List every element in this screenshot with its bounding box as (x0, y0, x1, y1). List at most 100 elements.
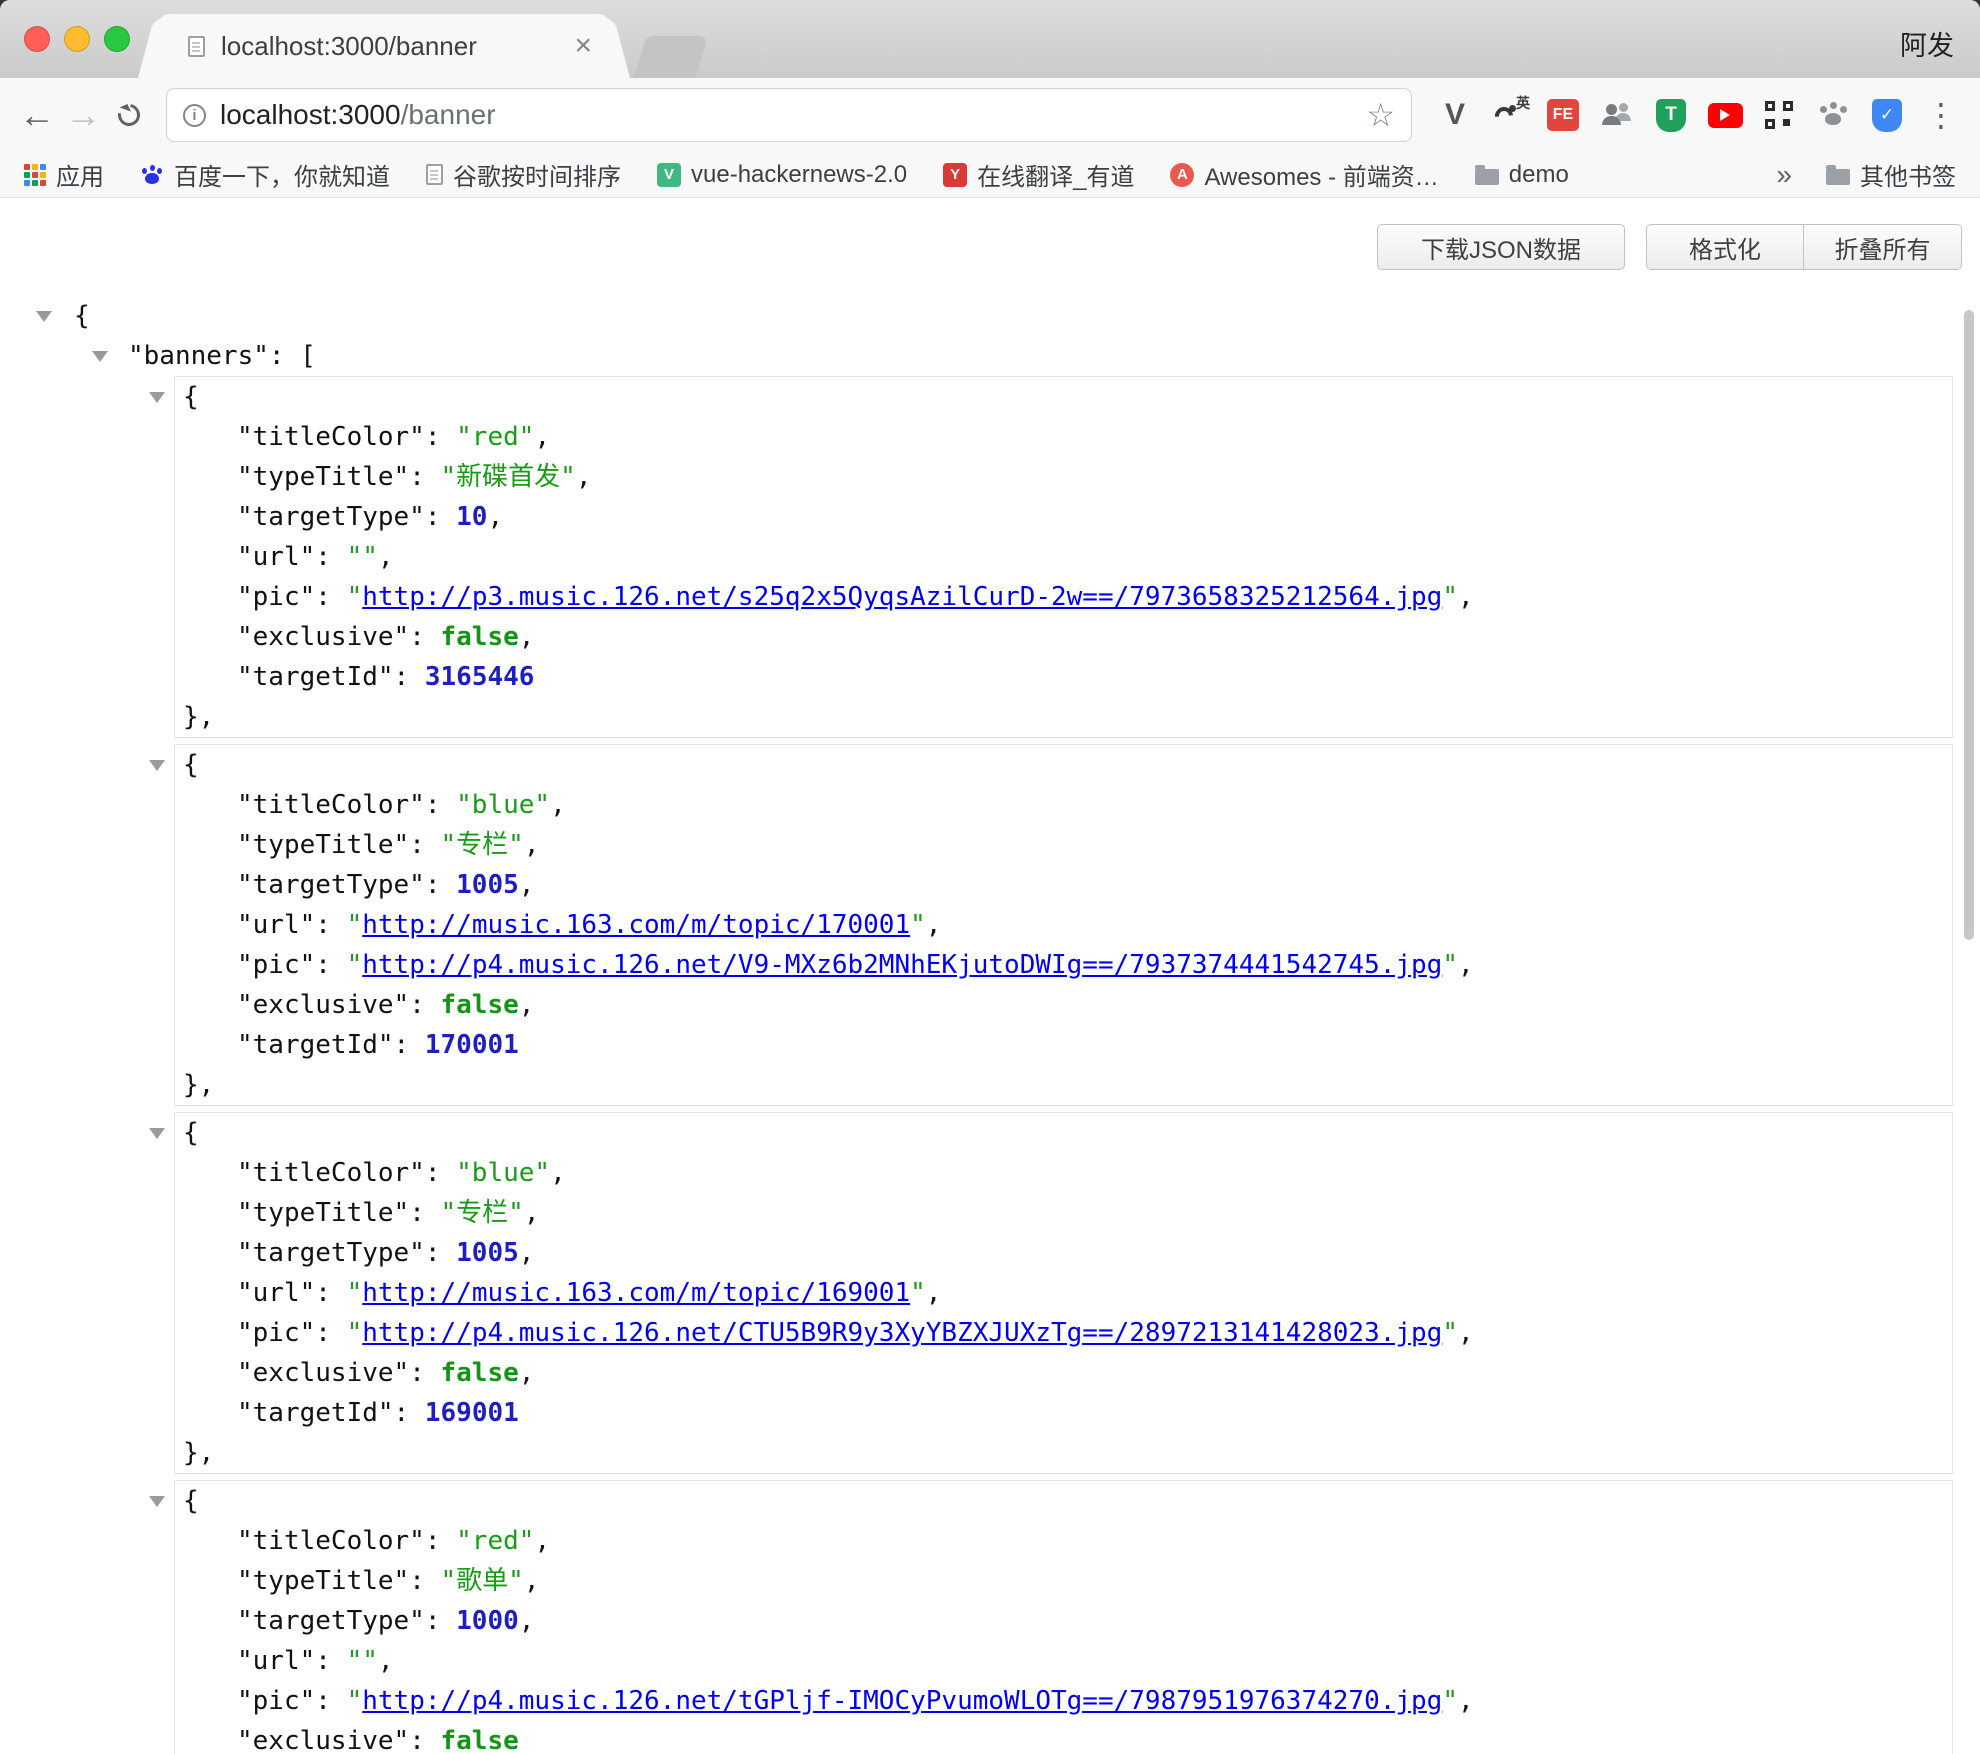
json-token-key: "titleColor" (237, 1158, 425, 1188)
json-url-link[interactable]: http://p4.music.126.net/V9-MXz6b2MNhEKju… (362, 950, 1442, 980)
bookmark-star-icon[interactable]: ☆ (1366, 99, 1395, 131)
extension-youtube-button[interactable] (1700, 90, 1750, 140)
json-line: "exclusive": false, (175, 617, 1952, 657)
page-scrollbar-thumb[interactable] (1964, 310, 1974, 940)
collapse-arrow-icon[interactable] (36, 311, 52, 322)
json-url-link[interactable]: http://music.163.com/m/topic/170001 (362, 910, 910, 940)
bookmark-item-baidu[interactable]: 百度一下，你就知道 (140, 157, 390, 192)
other-bookmarks-folder[interactable]: 其他书签 (1826, 157, 1956, 192)
json-token-pun: , (1458, 1318, 1474, 1348)
bookmark-item-youdao-translate[interactable]: Y 在线翻译_有道 (943, 157, 1134, 192)
browser-tab[interactable]: localhost:3000/banner × (158, 14, 610, 78)
json-line: "titleColor": "blue", (175, 785, 1952, 825)
extension-fehelper-button[interactable]: FE (1538, 90, 1588, 140)
extension-qrcode-button[interactable] (1754, 90, 1804, 140)
reload-button[interactable] (106, 92, 152, 138)
json-token-key: "url" (237, 1646, 315, 1676)
json-token-pun: : (425, 422, 456, 452)
json-line: "banners": [ (0, 336, 1980, 376)
close-window-button[interactable] (24, 26, 50, 52)
json-token-pun: { (183, 382, 199, 412)
json-token-pun: , (519, 870, 535, 900)
zoom-window-button[interactable] (104, 26, 130, 52)
collapse-arrow-icon[interactable] (149, 760, 165, 771)
new-tab-button[interactable] (633, 36, 709, 78)
json-token-str: " (1442, 582, 1458, 612)
json-token-pun: : (425, 1238, 456, 1268)
json-token-pun: : (409, 1566, 440, 1596)
json-token-pun: , (1458, 582, 1474, 612)
json-token-key: "targetType" (237, 502, 425, 532)
json-url-link[interactable]: http://music.163.com/m/topic/169001 (362, 1278, 910, 1308)
json-token-pun: : (425, 1606, 456, 1636)
json-token-pun: : [ (269, 341, 316, 371)
json-line: "titleColor": "red", (175, 417, 1952, 457)
extension-collaboration-button[interactable] (1592, 90, 1642, 140)
extension-tampermonkey-button[interactable]: T (1646, 90, 1696, 140)
vue-icon: V (657, 163, 681, 187)
qr-code-icon (1765, 101, 1793, 129)
json-token-pun: , (926, 910, 942, 940)
collapse-arrow-icon[interactable] (149, 392, 165, 403)
json-url-link[interactable]: http://p3.music.126.net/s25q2x5QyqsAzilC… (362, 582, 1442, 612)
bookmark-item-demo[interactable]: demo (1475, 161, 1569, 189)
json-line: "targetId": 3165446 (175, 657, 1952, 697)
json-token-pun: : (315, 582, 346, 612)
json-url-link[interactable]: http://p4.music.126.net/tGPljf-IMOCyPvum… (362, 1686, 1442, 1716)
tab-close-icon[interactable]: × (574, 31, 592, 61)
bookmarks-overflow-chevron[interactable]: » (1776, 159, 1792, 191)
json-token-str: " (347, 1278, 363, 1308)
json-object-block: {"titleColor": "blue","typeTitle": "专栏",… (174, 744, 1953, 1106)
reload-icon (114, 100, 145, 131)
json-object-block: {"titleColor": "red","typeTitle": "歌单","… (174, 1480, 1953, 1754)
bookmark-item-google-sort[interactable]: 谷歌按时间排序 (426, 157, 621, 192)
json-token-key: "pic" (237, 1318, 315, 1348)
json-object-block: {"titleColor": "blue","typeTitle": "专栏",… (174, 1112, 1953, 1474)
json-token-pun: : (315, 910, 346, 940)
json-token-pun: : (425, 1526, 456, 1556)
extension-youdao-dict-button[interactable]: 英 (1484, 90, 1534, 140)
back-button[interactable]: ← (14, 92, 60, 138)
json-token-key: "exclusive" (237, 1726, 409, 1754)
extension-vimium-button[interactable]: V (1430, 90, 1480, 140)
collapse-arrow-icon[interactable] (149, 1128, 165, 1139)
collapse-arrow-icon[interactable] (149, 1496, 165, 1507)
bookmark-item-awesomes[interactable]: A Awesomes - 前端资… (1170, 157, 1438, 192)
json-line: { (175, 377, 1952, 417)
collapse-arrow-icon[interactable] (92, 351, 108, 362)
format-button[interactable]: 格式化 (1646, 224, 1804, 270)
json-token-key: "titleColor" (237, 1526, 425, 1556)
extension-security-shield-button[interactable]: ✓ (1862, 90, 1912, 140)
json-token-pun: : (409, 1358, 440, 1388)
baidu-paw-icon (140, 163, 164, 187)
youdao-crane-icon: 英 (1491, 97, 1527, 133)
json-token-pun: , (519, 1606, 535, 1636)
json-token-pun: , (378, 1646, 394, 1676)
bookmark-item-vue-hackernews[interactable]: V vue-hackernews-2.0 (657, 161, 907, 189)
json-token-bool: false (441, 1726, 519, 1754)
json-token-num: 170001 (425, 1030, 519, 1060)
profile-name[interactable]: 阿发 (1900, 24, 1954, 63)
bookmark-item-apps[interactable]: 应用 (24, 157, 104, 192)
address-bar[interactable]: i localhost:3000/banner ☆ (166, 88, 1412, 142)
bookmark-label: demo (1509, 161, 1569, 189)
minimize-window-button[interactable] (64, 26, 90, 52)
json-token-pun: : (409, 622, 440, 652)
json-token-str: "歌单" (441, 1566, 524, 1596)
json-token-str: " (347, 582, 363, 612)
back-icon: ← (19, 94, 55, 136)
json-token-pun: { (183, 1118, 199, 1148)
folder-icon (1475, 164, 1499, 185)
json-token-key: "targetId" (237, 662, 394, 692)
forward-button[interactable]: → (60, 92, 106, 138)
json-token-pun: : (315, 1278, 346, 1308)
collapse-all-button[interactable]: 折叠所有 (1803, 224, 1962, 270)
site-info-icon[interactable]: i (183, 104, 206, 127)
extension-baidu-button[interactable] (1808, 90, 1858, 140)
browser-menu-button[interactable]: ⋮ (1916, 90, 1966, 140)
json-token-num: 169001 (425, 1398, 519, 1428)
bookmark-label: Awesomes - 前端资… (1204, 157, 1438, 192)
json-token-key: "url" (237, 910, 315, 940)
json-url-link[interactable]: http://p4.music.126.net/CTU5B9R9y3XyYBZX… (362, 1318, 1442, 1348)
download-json-button[interactable]: 下载JSON数据 (1377, 224, 1625, 270)
